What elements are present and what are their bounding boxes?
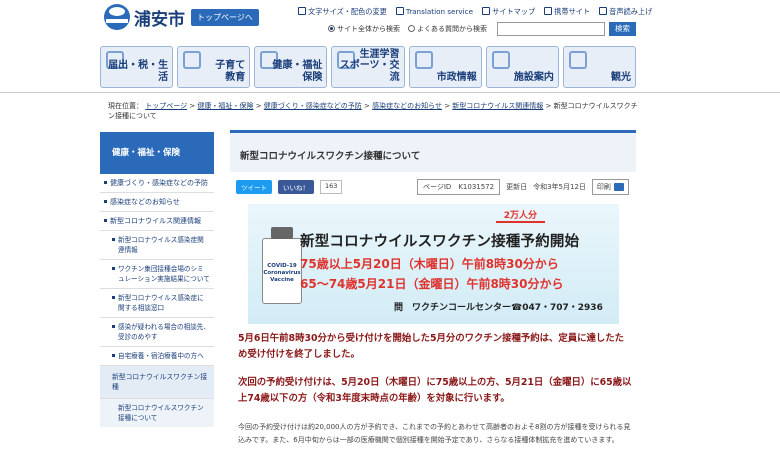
breadcrumb: 現在位置： トップページ > 健康・福祉・保険 > 健康づくり・感染症などの予防… <box>108 102 638 120</box>
banner-tag: 2万人分 <box>495 208 546 223</box>
updated-label: 更新日 <box>506 183 528 191</box>
header-divider <box>0 92 780 93</box>
global-nav: 届出・税・生活 子育て 教育 健康・福祉 保険 生涯学習 スポーツ・交流 市政情報 施… <box>100 46 636 88</box>
sidebar-item[interactable]: 健康づくり・感染症などの予防 <box>100 174 214 193</box>
site-name: 浦安市 <box>134 9 185 30</box>
page-title: 新型コロナウイルスワクチン接種について <box>230 130 636 172</box>
main-content: 新型コロナウイルスワクチン接種について ツイート いいね！ 163 ページID … <box>230 130 636 444</box>
sidebar-subitem[interactable]: 新型コロナウイルス感染症に関する相談窓口 <box>100 289 214 318</box>
site-logo[interactable]: 浦安市 トップページへ <box>104 4 259 30</box>
sidebar-subitem[interactable]: ワクチン集団接種会場のシミュレーション実施結果について <box>100 260 214 289</box>
vaccine-banner-image: COVID-19 Coronavirus Vaccine 2万人分 新型コロナウイ… <box>248 204 619 324</box>
nav-learning[interactable]: 生涯学習 スポーツ・交流 <box>331 46 405 88</box>
read-aloud-link[interactable]: 音声読み上げ <box>599 7 652 17</box>
scope-faq-radio[interactable]: よくある質問から検索 <box>408 24 487 34</box>
banner-headline: 新型コロナウイルスワクチン接種予約開始 <box>300 234 580 250</box>
radio-unchecked-icon <box>408 25 415 32</box>
search-button[interactable]: 検索 <box>609 22 636 36</box>
top-page-button[interactable]: トップページへ <box>191 8 259 26</box>
nav-childcare[interactable]: 子育て 教育 <box>177 46 251 88</box>
notice-detail: 今回の予約受け付けは約20,000人の方が予約でき、これまでの予約とあわせて高齢… <box>238 423 631 444</box>
sitemap-icon <box>482 7 491 15</box>
city-emblem-icon <box>104 4 130 30</box>
mobile-icon <box>544 7 553 15</box>
printer-icon <box>613 183 624 191</box>
share-buttons: ツイート いいね！ 163 <box>236 180 343 194</box>
sidebar-item[interactable]: 感染症などのお知らせ <box>100 193 214 212</box>
tweet-button[interactable]: ツイート <box>236 180 272 194</box>
search-input[interactable] <box>497 22 605 36</box>
sidebar-subitem[interactable]: 自宅療養・宿泊療養中の方へ <box>100 347 214 366</box>
page-meta: ページID K1031572 更新日 令和3年5月12日 印刷 <box>417 179 629 195</box>
like-count: 163 <box>320 180 343 194</box>
sitemap-link[interactable]: サイトマップ <box>482 7 535 17</box>
sidebar: 健康・福祉・保険 健康づくり・感染症などの予防 感染症などのお知らせ 新型コロナ… <box>100 132 214 427</box>
child-icon <box>183 51 202 69</box>
sidebar-subitem[interactable]: 感染が疑われる場合の相談先、受診のめやす <box>100 318 214 347</box>
breadcrumb-link[interactable]: トップページ <box>145 102 187 110</box>
print-button[interactable]: 印刷 <box>591 179 629 195</box>
nav-city-info[interactable]: 市政情報 <box>408 46 482 88</box>
page-id: ページID K1031572 <box>417 179 501 195</box>
city-hall-icon <box>414 51 433 69</box>
notice-closed: 5月6日午前8時30分から受け付けを開始した5月分のワクチン接種予約は、定員に達… <box>238 333 625 360</box>
notice-next: 次回の予約受け付けは、5月20日（木曜日）に75歳以上の方、5月21日（金曜日）… <box>238 377 632 404</box>
mobile-site-link[interactable]: 携帯サイト <box>544 7 590 17</box>
scope-site-radio[interactable]: サイト全体から検索 <box>328 24 400 34</box>
speaker-icon <box>599 7 608 15</box>
sidebar-item-active[interactable]: 新型コロナウイルスワクチン接種 <box>100 366 214 399</box>
nav-tourism[interactable]: 観光 <box>562 46 636 88</box>
translation-link[interactable]: Translation service <box>395 7 473 17</box>
breadcrumb-link[interactable]: 健康づくり・感染症などの予防 <box>264 102 362 110</box>
sidebar-item[interactable]: 新型コロナウイルス関連情報 <box>100 212 214 231</box>
search-scope: サイト全体から検索 よくある質問から検索 <box>328 24 487 34</box>
site-header: 浦安市 トップページへ 文字サイズ・配色の変更 Translation serv… <box>0 0 780 42</box>
nav-facilities[interactable]: 施設案内 <box>485 46 559 88</box>
vaccine-vial-icon: COVID-19 Coronavirus Vaccine <box>262 227 302 304</box>
tourism-icon <box>568 51 587 69</box>
sidebar-subitem[interactable]: 新型コロナウイルス感染症関連情報 <box>100 231 214 260</box>
breadcrumb-link[interactable]: 健康・福祉・保険 <box>197 102 253 110</box>
banner-line-65: 65～74歳5月21日（金曜日）午前8時30分から <box>300 277 564 291</box>
breadcrumb-link[interactable]: 新型コロナウイルス関連情報 <box>452 102 543 110</box>
translate-icon <box>395 7 404 15</box>
facility-icon <box>491 51 510 69</box>
sidebar-heading[interactable]: 健康・福祉・保険 <box>100 132 214 174</box>
banner-line-75: 75歳以上5月20日（木曜日）午前8時30分から <box>300 257 559 271</box>
updated-date: 令和3年5月12日 <box>533 183 586 191</box>
text-size-link[interactable]: 文字サイズ・配色の変更 <box>298 7 387 17</box>
utility-links: 文字サイズ・配色の変更 Translation service サイトマップ 携… <box>298 7 652 17</box>
nav-health[interactable]: 健康・福祉 保険 <box>254 46 328 88</box>
nav-procedures[interactable]: 届出・税・生活 <box>100 46 174 88</box>
like-button[interactable]: いいね！ <box>278 180 314 194</box>
radio-checked-icon <box>328 25 335 32</box>
banner-contact: 問 ワクチンコールセンター☎047・707・2936 <box>394 303 603 313</box>
text-size-icon <box>298 7 306 15</box>
breadcrumb-link[interactable]: 感染症などのお知らせ <box>372 102 442 110</box>
sidebar-subitem-current[interactable]: 新型コロナウイルスワクチン接種について <box>100 399 214 427</box>
